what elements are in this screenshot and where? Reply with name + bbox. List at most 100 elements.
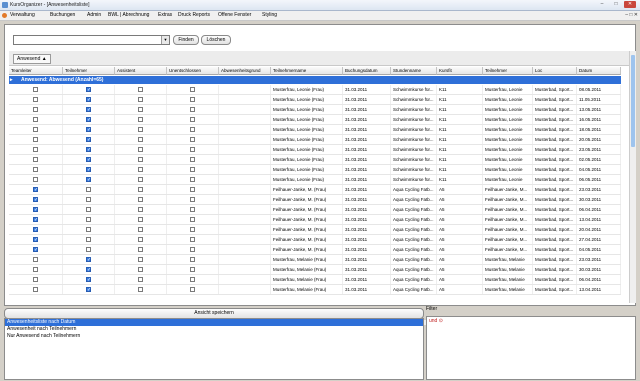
menu-bwl-abrechnung[interactable]: BWL | Abrechnung: [108, 11, 149, 20]
teilnehmer-checkbox[interactable]: [86, 207, 91, 212]
teamleiter-checkbox[interactable]: [33, 226, 38, 234]
absence-reason-cell[interactable]: [219, 235, 271, 244]
teamleiter-checkbox[interactable]: [33, 167, 38, 172]
assistent-checkbox[interactable]: [138, 217, 143, 222]
table-row[interactable]: Musterfrau, Leonie (Frau)31.03.2011Schwi…: [9, 135, 621, 145]
table-row[interactable]: Musterfrau, Leonie (Frau)31.03.2011Schwi…: [9, 105, 621, 115]
search-input[interactable]: ▼: [13, 35, 170, 45]
table-row[interactable]: Feilhauer-Janke, M. (Frau)31.03.2011Aqua…: [9, 245, 621, 255]
assistent-checkbox[interactable]: [138, 187, 143, 192]
col-stundenname-header[interactable]: Stundenname: [391, 67, 437, 75]
unentschlossen-checkbox[interactable]: [190, 117, 195, 122]
mdi-window-controls[interactable]: – □ ✕: [625, 12, 638, 18]
unentschlossen-checkbox[interactable]: [190, 277, 195, 282]
table-row[interactable]: Musterfrau, Melanie (Frau)31.03.2011Aqua…: [9, 255, 621, 265]
unentschlossen-checkbox[interactable]: [190, 207, 195, 212]
view-item[interactable]: Anwesenheit nach Teilnehmern: [5, 326, 423, 333]
absence-reason-cell[interactable]: [219, 95, 271, 104]
teilnehmer-checkbox[interactable]: [86, 197, 91, 202]
teilnehmer-checkbox[interactable]: [86, 126, 91, 134]
absence-reason-cell[interactable]: [219, 85, 271, 94]
expand-icon[interactable]: ▸: [10, 76, 13, 84]
assistent-checkbox[interactable]: [138, 287, 143, 292]
absence-reason-cell[interactable]: [219, 155, 271, 164]
assistent-checkbox[interactable]: [138, 157, 143, 162]
maximize-button[interactable]: □: [610, 1, 622, 8]
vertical-scrollbar[interactable]: [629, 51, 636, 303]
table-row[interactable]: Musterfrau, Melanie (Frau)31.03.2011Aqua…: [9, 275, 621, 285]
teamleiter-checkbox[interactable]: [33, 97, 38, 102]
table-row[interactable]: Musterfrau, Leonie (Frau)31.03.2011Schwi…: [9, 85, 621, 95]
teilnehmer-checkbox[interactable]: [86, 116, 91, 124]
teilnehmer-checkbox[interactable]: [86, 237, 91, 242]
col-buchungsdatum-header[interactable]: Buchungsdatum: [343, 67, 391, 75]
teamleiter-checkbox[interactable]: [33, 147, 38, 152]
table-row[interactable]: Musterfrau, Leonie (Frau)31.03.2011Schwi…: [9, 175, 621, 185]
teamleiter-checkbox[interactable]: [33, 157, 38, 162]
table-row[interactable]: Musterfrau, Leonie (Frau)31.03.2011Schwi…: [9, 145, 621, 155]
table-row[interactable]: Musterfrau, Leonie (Frau)31.03.2011Schwi…: [9, 165, 621, 175]
menu-druck-reports[interactable]: Druck Reports: [178, 11, 210, 20]
teamleiter-checkbox[interactable]: [33, 137, 38, 142]
table-row[interactable]: Feilhauer-Janke, M. (Frau)31.03.2011Aqua…: [9, 235, 621, 245]
absence-reason-cell[interactable]: [219, 215, 271, 224]
assistent-checkbox[interactable]: [138, 247, 143, 252]
group-by-chip[interactable]: Anwesend ▲: [13, 54, 51, 64]
teilnehmer-checkbox[interactable]: [86, 247, 91, 252]
col-assistent-header[interactable]: Assistent: [115, 67, 167, 75]
col-teilnehmer-header[interactable]: Teilnehmer: [63, 67, 115, 75]
absence-reason-cell[interactable]: [219, 165, 271, 174]
assistent-checkbox[interactable]: [138, 127, 143, 132]
assistent-checkbox[interactable]: [138, 147, 143, 152]
unentschlossen-checkbox[interactable]: [190, 97, 195, 102]
close-button[interactable]: ✕: [624, 1, 636, 8]
assistent-checkbox[interactable]: [138, 197, 143, 202]
teamleiter-checkbox[interactable]: [33, 117, 38, 122]
assistent-checkbox[interactable]: [138, 87, 143, 92]
assistent-checkbox[interactable]: [138, 177, 143, 182]
assistent-checkbox[interactable]: [138, 237, 143, 242]
assistent-checkbox[interactable]: [138, 97, 143, 102]
absence-reason-cell[interactable]: [219, 275, 271, 284]
filter-expression[interactable]: und ⊙: [429, 318, 443, 324]
absence-reason-cell[interactable]: [219, 225, 271, 234]
table-row[interactable]: Musterfrau, Leonie (Frau)31.03.2011Schwi…: [9, 115, 621, 125]
minimize-button[interactable]: –: [596, 1, 608, 8]
col-teilnehmername-header[interactable]: Teilnehmername: [271, 67, 343, 75]
assistent-checkbox[interactable]: [138, 117, 143, 122]
filter-panel[interactable]: und ⊙: [426, 316, 636, 380]
chevron-down-icon[interactable]: ▼: [161, 36, 169, 44]
teilnehmer-checkbox[interactable]: [86, 86, 91, 94]
teilnehmer-checkbox[interactable]: [86, 286, 91, 294]
unentschlossen-checkbox[interactable]: [190, 137, 195, 142]
absence-reason-cell[interactable]: [219, 255, 271, 264]
teamleiter-checkbox[interactable]: [33, 107, 38, 112]
assistent-checkbox[interactable]: [138, 107, 143, 112]
teamleiter-checkbox[interactable]: [33, 246, 38, 254]
menu-admin[interactable]: Admin: [87, 11, 101, 20]
teilnehmer-checkbox[interactable]: [86, 256, 91, 264]
absence-reason-cell[interactable]: [219, 135, 271, 144]
unentschlossen-checkbox[interactable]: [190, 227, 195, 232]
unentschlossen-checkbox[interactable]: [190, 167, 195, 172]
absence-reason-cell[interactable]: [219, 265, 271, 274]
unentschlossen-checkbox[interactable]: [190, 267, 195, 272]
table-row[interactable]: Musterfrau, Melanie (Frau)31.03.2011Aqua…: [9, 265, 621, 275]
teamleiter-checkbox[interactable]: [33, 216, 38, 224]
unentschlossen-checkbox[interactable]: [190, 237, 195, 242]
menu-extras[interactable]: Extras: [158, 11, 172, 20]
teamleiter-checkbox[interactable]: [33, 127, 38, 132]
teilnehmer-checkbox[interactable]: [86, 146, 91, 154]
absence-reason-cell[interactable]: [219, 145, 271, 154]
table-row[interactable]: Musterfrau, Melanie (Frau)31.03.2011Aqua…: [9, 285, 621, 295]
col-datum-header[interactable]: Datum: [577, 67, 621, 75]
unentschlossen-checkbox[interactable]: [190, 217, 195, 222]
unentschlossen-checkbox[interactable]: [190, 157, 195, 162]
teilnehmer-checkbox[interactable]: [86, 187, 91, 192]
teilnehmer-checkbox[interactable]: [86, 276, 91, 284]
find-button[interactable]: Finden: [173, 35, 199, 45]
teamleiter-checkbox[interactable]: [33, 186, 38, 194]
col-kursfit-header[interactable]: Kursfit: [437, 67, 483, 75]
unentschlossen-checkbox[interactable]: [190, 247, 195, 252]
assistent-checkbox[interactable]: [138, 167, 143, 172]
